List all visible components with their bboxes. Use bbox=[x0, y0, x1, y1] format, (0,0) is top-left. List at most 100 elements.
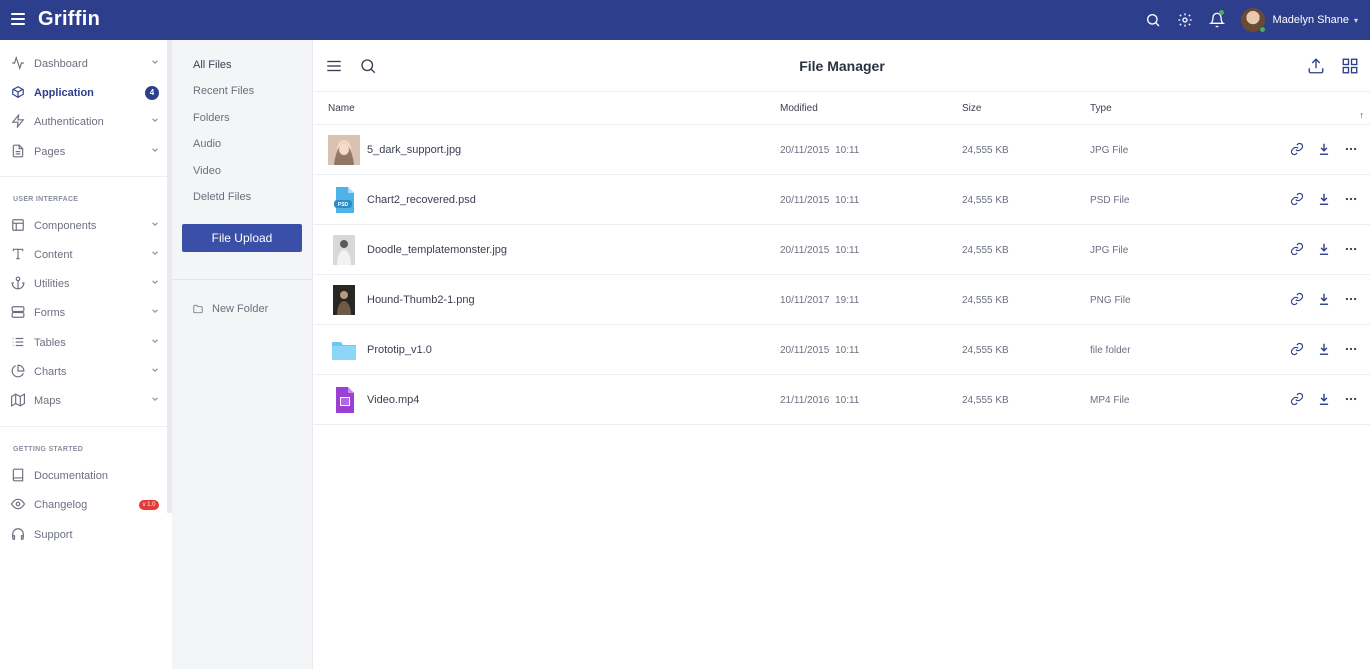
sidebar-item-label: Pages bbox=[34, 145, 66, 158]
link-icon[interactable] bbox=[1290, 292, 1304, 306]
anchor-icon bbox=[11, 276, 25, 290]
file-name[interactable]: Chart2_recovered.psd bbox=[367, 194, 476, 206]
sidebar-item-pages[interactable]: Pages bbox=[0, 137, 167, 166]
file-size: 24,555 KB bbox=[962, 295, 1009, 306]
sidebar-item-utilities[interactable]: Utilities bbox=[0, 269, 167, 298]
download-icon[interactable] bbox=[1317, 342, 1331, 356]
file-name[interactable]: Prototip_v1.0 bbox=[367, 344, 432, 356]
file-type: file folder bbox=[1090, 345, 1131, 356]
download-icon[interactable] bbox=[1317, 392, 1331, 406]
sidebar-item-maps[interactable]: Maps bbox=[0, 386, 167, 415]
video-file-icon bbox=[336, 387, 354, 413]
link-icon[interactable] bbox=[1290, 392, 1304, 406]
more-icon[interactable] bbox=[1344, 242, 1358, 256]
file-type: JPG File bbox=[1090, 245, 1129, 256]
link-icon[interactable] bbox=[1290, 242, 1304, 256]
zap-icon bbox=[11, 113, 25, 129]
sidebar-item-label: Forms bbox=[34, 306, 66, 319]
column-header-modified[interactable]: Modified bbox=[780, 103, 818, 114]
sidebar-item-application[interactable]: Application 4 bbox=[0, 78, 167, 107]
sidebar-item-charts[interactable]: Charts bbox=[0, 357, 167, 386]
file-type: PSD File bbox=[1090, 195, 1130, 206]
more-icon[interactable] bbox=[1344, 392, 1358, 406]
filter-folders[interactable]: Folders bbox=[193, 112, 230, 124]
file-manager: File Manager Name Modified Size Type ↑ 5… bbox=[314, 40, 1370, 669]
table-row[interactable]: PSD Chart2_recovered.psd 20/11/2015 10:1… bbox=[314, 175, 1370, 225]
download-icon[interactable] bbox=[1317, 242, 1331, 256]
grid-view-icon[interactable] bbox=[1341, 57, 1359, 75]
download-icon[interactable] bbox=[1317, 192, 1331, 206]
upload-icon[interactable] bbox=[1307, 57, 1325, 75]
chevron-down-icon bbox=[152, 118, 158, 122]
sidebar-item-changelog[interactable]: Changelog v 1.0 bbox=[0, 490, 167, 519]
file-name[interactable]: 5_dark_support.jpg bbox=[367, 144, 461, 156]
avatar bbox=[1240, 8, 1266, 33]
user-menu[interactable]: Madelyn Shane ▾ bbox=[1240, 8, 1358, 33]
sidebar-item-components[interactable]: Components bbox=[0, 211, 167, 240]
more-icon[interactable] bbox=[1344, 192, 1358, 206]
sidebar-item-content[interactable]: Content bbox=[0, 240, 167, 269]
filter-audio[interactable]: Audio bbox=[193, 138, 221, 150]
file-modified: 20/11/2015 10:11 bbox=[780, 145, 860, 156]
chevron-down-icon bbox=[152, 368, 158, 372]
new-folder-button[interactable]: New Folder bbox=[193, 303, 268, 315]
chevron-down-icon bbox=[152, 280, 158, 284]
table-row[interactable]: Prototip_v1.0 20/11/2015 10:11 24,555 KB… bbox=[314, 325, 1370, 375]
sort-arrow-icon[interactable]: ↑ bbox=[1360, 110, 1365, 120]
more-icon[interactable] bbox=[1344, 292, 1358, 306]
eye-icon bbox=[10, 497, 26, 511]
sidebar-item-documentation[interactable]: Documentation bbox=[0, 461, 167, 490]
table-row[interactable]: Hound-Thumb2-1.png 10/11/2017 19:11 24,5… bbox=[314, 275, 1370, 325]
server-icon bbox=[11, 305, 25, 319]
table-row[interactable]: 5_dark_support.jpg 20/11/2015 10:11 24,5… bbox=[314, 125, 1370, 175]
user-name: Madelyn Shane bbox=[1272, 14, 1349, 26]
version-badge: v 1.0 bbox=[139, 500, 159, 510]
search-icon[interactable] bbox=[1137, 0, 1169, 40]
bell-icon[interactable] bbox=[1201, 0, 1233, 40]
file-modified: 20/11/2015 10:11 bbox=[780, 345, 860, 356]
sidebar-item-forms[interactable]: Forms bbox=[0, 298, 167, 327]
sidebar-item-label: Dashboard bbox=[34, 57, 88, 70]
link-icon[interactable] bbox=[1290, 342, 1304, 356]
chevron-down-icon bbox=[152, 222, 158, 226]
column-header-name[interactable]: Name bbox=[328, 103, 355, 114]
table-row[interactable]: Video.mp4 21/11/2016 10:11 24,555 KB MP4… bbox=[314, 375, 1370, 425]
sidebar-item-label: Tables bbox=[34, 336, 66, 349]
file-name[interactable]: Hound-Thumb2-1.png bbox=[367, 294, 475, 306]
sidebar-item-authentication[interactable]: Authentication bbox=[0, 107, 167, 136]
chevron-down-icon: ▾ bbox=[1353, 15, 1358, 25]
filter-all-files[interactable]: All Files bbox=[193, 59, 232, 71]
list-icon bbox=[11, 335, 25, 349]
box-icon bbox=[11, 85, 25, 99]
filter-video[interactable]: Video bbox=[193, 165, 221, 177]
activity-icon bbox=[11, 55, 25, 71]
file-modified: 20/11/2015 10:11 bbox=[780, 195, 860, 206]
filter-deleted-files[interactable]: Deletd Files bbox=[193, 191, 251, 203]
filter-recent-files[interactable]: Recent Files bbox=[193, 85, 254, 97]
link-icon[interactable] bbox=[1290, 192, 1304, 206]
table-row[interactable]: Doodle_templatemonster.jpg 20/11/2015 10… bbox=[314, 225, 1370, 275]
file-manager-header: File Manager bbox=[314, 40, 1370, 92]
sidebar-item-support[interactable]: Support bbox=[0, 520, 167, 549]
menu-toggle-icon[interactable] bbox=[11, 13, 25, 27]
link-icon[interactable] bbox=[1290, 142, 1304, 156]
brand-logo[interactable]: Griffin bbox=[38, 8, 100, 31]
file-upload-button[interactable]: File Upload bbox=[182, 224, 302, 252]
file-icon bbox=[11, 144, 25, 158]
column-header-type[interactable]: Type bbox=[1090, 103, 1112, 114]
sidebar-item-tables[interactable]: Tables bbox=[0, 328, 167, 357]
section-title-user-interface: USER INTERFACE bbox=[13, 196, 79, 203]
file-name[interactable]: Doodle_templatemonster.jpg bbox=[367, 244, 507, 256]
download-icon[interactable] bbox=[1317, 292, 1331, 306]
chevron-down-icon bbox=[152, 309, 158, 313]
more-icon[interactable] bbox=[1344, 142, 1358, 156]
more-icon[interactable] bbox=[1344, 342, 1358, 356]
column-header-size[interactable]: Size bbox=[962, 103, 981, 114]
gear-icon[interactable] bbox=[1169, 0, 1201, 40]
chevron-down-icon bbox=[152, 339, 158, 343]
notification-dot bbox=[1218, 10, 1224, 15]
download-icon[interactable] bbox=[1317, 142, 1331, 156]
file-type: JPG File bbox=[1090, 145, 1129, 156]
file-name[interactable]: Video.mp4 bbox=[367, 394, 419, 406]
sidebar-item-dashboard[interactable]: Dashboard bbox=[0, 49, 167, 78]
